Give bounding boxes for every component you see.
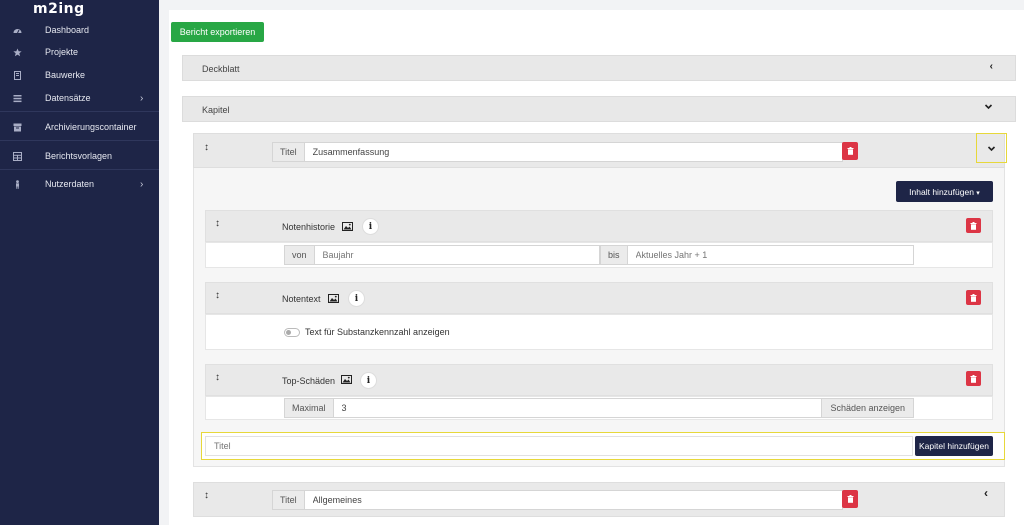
max-prefix: Maximal [285,399,334,417]
chapter-title-input[interactable] [304,491,842,509]
title-prefix: Titel [273,143,305,161]
collapse-chapter-button[interactable] [976,133,1007,163]
toggle-label: Text für Substanzkennzahl anzeigen [305,327,450,337]
image-icon[interactable] [341,375,352,384]
sidebar-divider [0,140,159,141]
chevron-left-icon: ‹ [984,486,988,500]
block-title: Notentext [282,294,321,304]
sidebar-item-berichtsvorlagen[interactable]: Berichtsvorlagen [0,146,159,166]
delete-block-button[interactable] [966,290,981,305]
app-logo: m2ing [33,1,85,17]
from-year-field: von [284,245,600,265]
sidebar-item-label: Dashboard [45,25,90,35]
trash-icon [970,293,977,302]
trash-icon [847,495,853,503]
drag-handle-icon[interactable]: ↕ [204,142,209,153]
chapter-title-field: Titel [272,142,843,162]
sidebar-item-label: Berichtsvorlagen [45,151,113,161]
from-prefix: von [285,246,315,264]
from-year-input[interactable] [314,246,599,264]
star-icon [13,47,22,57]
drag-handle-icon[interactable]: ↕ [215,218,220,229]
chevron-down-icon [984,102,993,114]
add-content-button[interactable]: Inhalt hinzufügen ▾ [896,181,993,202]
delete-block-button[interactable] [966,218,981,233]
building-icon [13,70,22,80]
sidebar-item-dashboard[interactable]: Dashboard [0,20,159,40]
info-icon[interactable]: i [362,218,379,235]
sidebar-item-label: Datensätze [45,93,91,103]
export-report-button[interactable]: Bericht exportieren [171,22,264,42]
caret-down-icon: ▾ [976,189,980,197]
sidebar-divider [0,169,159,170]
image-icon[interactable] [342,222,353,231]
image-icon[interactable] [328,294,339,303]
section-deckblatt[interactable]: Deckblatt ‹ [182,55,1016,81]
show-damages-button[interactable]: Schäden anzeigen [821,399,913,417]
to-prefix: bis [601,246,628,264]
section-kapitel[interactable]: Kapitel [182,96,1016,122]
archive-icon [13,123,22,132]
max-damages-input[interactable] [333,399,822,417]
sidebar-item-nutzerdaten[interactable]: Nutzerdaten › [0,174,159,194]
trash-icon [970,221,977,230]
sidebar-item-projekte[interactable]: Projekte [0,42,159,62]
dashboard-icon [13,26,22,35]
block-title: Notenhistorie [282,222,336,232]
info-icon[interactable]: i [360,372,377,389]
sidebar-item-label: Projekte [45,47,79,57]
to-year-input[interactable] [627,246,913,264]
trash-icon [847,147,853,155]
delete-chapter-button[interactable] [842,490,858,508]
block-header-notentext [205,282,993,314]
chapter-title-input[interactable] [304,143,842,161]
drag-handle-icon[interactable]: ↕ [204,490,209,501]
list-icon [13,94,22,103]
chevron-right-icon: › [140,178,144,190]
sidebar: m2ing Dashboard Projekte Bauwerke Datens… [0,0,159,525]
table-icon [13,151,22,161]
drag-handle-icon[interactable]: ↕ [215,290,220,301]
section-label: Deckblatt [202,64,240,74]
user-icon [13,179,22,189]
sidebar-divider [0,111,159,112]
new-chapter-title-input[interactable] [205,436,913,456]
chevron-down-icon [987,145,996,151]
expand-chapter-button[interactable]: ‹ [984,486,988,500]
add-chapter-button[interactable]: Kapitel hinzufügen [915,436,993,456]
section-label: Kapitel [202,105,230,115]
chapter-title-field: Titel [272,490,843,510]
sidebar-item-label: Bauwerke [45,70,86,80]
sidebar-item-label: Archivierungscontainer [45,122,137,132]
chevron-right-icon: › [140,92,144,104]
sidebar-item-archivierungscontainer[interactable]: Archivierungscontainer [0,117,159,137]
add-content-label: Inhalt hinzufügen [909,186,974,197]
substance-text-toggle[interactable] [284,328,300,337]
delete-chapter-button[interactable] [842,142,858,160]
drag-handle-icon[interactable]: ↕ [215,372,220,383]
to-year-field: bis [600,245,914,265]
max-damages-field: Maximal Schäden anzeigen [284,398,914,418]
block-title: Top-Schäden [282,376,336,386]
sidebar-item-label: Nutzerdaten [45,179,95,189]
info-icon[interactable]: i [348,290,365,307]
sidebar-item-bauwerke[interactable]: Bauwerke [0,65,159,85]
sidebar-item-datensaetze[interactable]: Datensätze › [0,88,159,108]
chevron-left-icon: ‹ [989,61,993,72]
title-prefix: Titel [273,491,305,509]
trash-icon [970,374,977,383]
delete-block-button[interactable] [966,371,981,386]
